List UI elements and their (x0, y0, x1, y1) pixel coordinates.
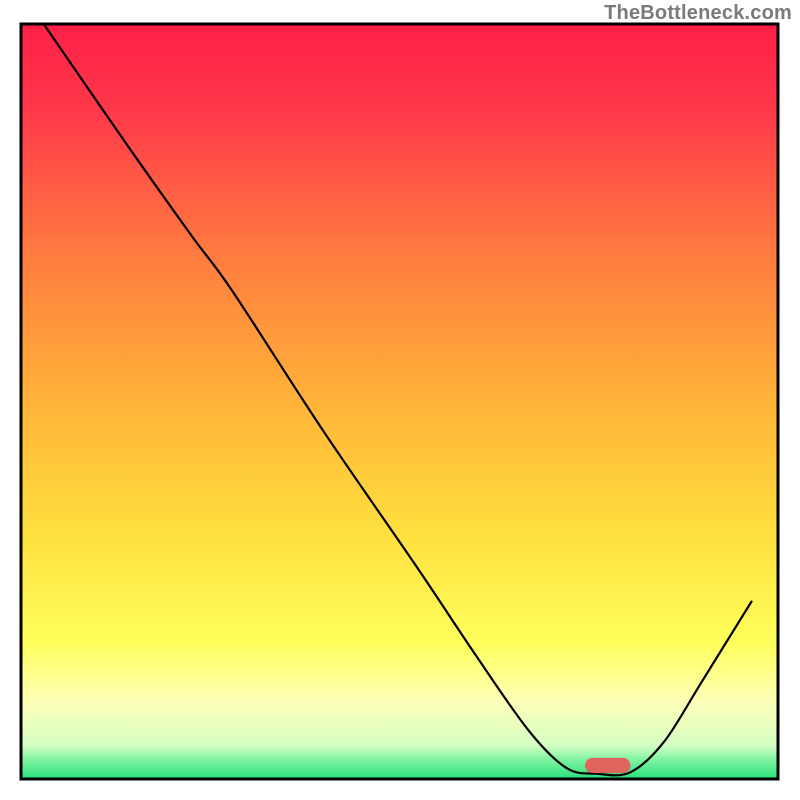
plot-background (21, 24, 778, 779)
watermark-label: TheBottleneck.com (604, 2, 792, 25)
optimal-range-marker (585, 758, 630, 773)
bottleneck-chart (0, 0, 800, 800)
